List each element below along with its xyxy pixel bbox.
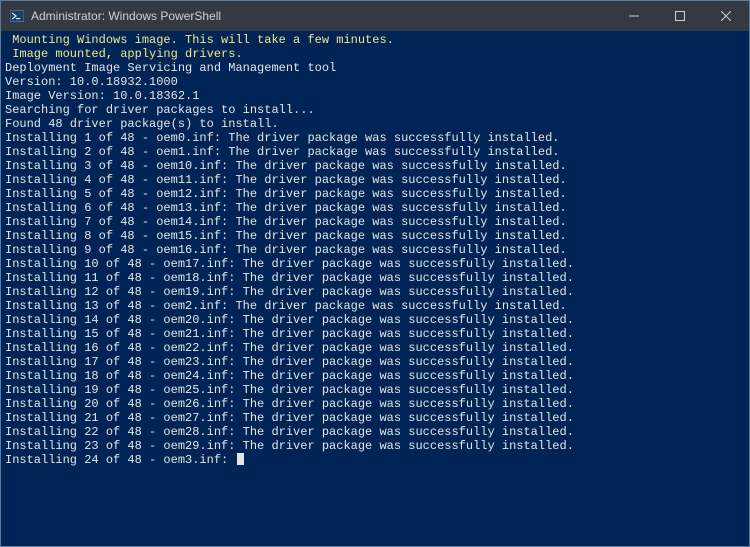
powershell-window: Administrator: Windows PowerShell Mounti…	[0, 0, 750, 547]
terminal-line: Installing 6 of 48 - oem13.inf: The driv…	[5, 201, 745, 215]
terminal-line: Installing 11 of 48 - oem18.inf: The dri…	[5, 271, 745, 285]
terminal-line: Installing 7 of 48 - oem14.inf: The driv…	[5, 215, 745, 229]
terminal-line: Image mounted, applying drivers.	[5, 47, 745, 61]
maximize-icon	[675, 11, 685, 21]
terminal-line: Installing 21 of 48 - oem27.inf: The dri…	[5, 411, 745, 425]
terminal-line: Installing 20 of 48 - oem26.inf: The dri…	[5, 397, 745, 411]
terminal-line: Installing 17 of 48 - oem23.inf: The dri…	[5, 355, 745, 369]
close-button[interactable]	[703, 1, 749, 31]
terminal-line: Searching for driver packages to install…	[5, 103, 745, 117]
terminal-line: Found 48 driver package(s) to install.	[5, 117, 745, 131]
terminal-line: Installing 1 of 48 - oem0.inf: The drive…	[5, 131, 745, 145]
terminal-line: Installing 8 of 48 - oem15.inf: The driv…	[5, 229, 745, 243]
terminal-line: Installing 12 of 48 - oem19.inf: The dri…	[5, 285, 745, 299]
terminal-line: Installing 19 of 48 - oem25.inf: The dri…	[5, 383, 745, 397]
terminal-output[interactable]: Mounting Windows image. This will take a…	[1, 31, 749, 546]
terminal-line: Image Version: 10.0.18362.1	[5, 89, 745, 103]
powershell-icon	[9, 8, 25, 24]
titlebar[interactable]: Administrator: Windows PowerShell	[1, 1, 749, 31]
terminal-line: Installing 14 of 48 - oem20.inf: The dri…	[5, 313, 745, 327]
terminal-line: Installing 4 of 48 - oem11.inf: The driv…	[5, 173, 745, 187]
terminal-line: Mounting Windows image. This will take a…	[5, 33, 745, 47]
terminal-line: Installing 9 of 48 - oem16.inf: The driv…	[5, 243, 745, 257]
terminal-line: Installing 23 of 48 - oem29.inf: The dri…	[5, 439, 745, 453]
terminal-line: Installing 15 of 48 - oem21.inf: The dri…	[5, 327, 745, 341]
terminal-line: Installing 3 of 48 - oem10.inf: The driv…	[5, 159, 745, 173]
terminal-line: Installing 16 of 48 - oem22.inf: The dri…	[5, 341, 745, 355]
minimize-button[interactable]	[611, 1, 657, 31]
terminal-line: Installing 22 of 48 - oem28.inf: The dri…	[5, 425, 745, 439]
terminal-line: Installing 10 of 48 - oem17.inf: The dri…	[5, 257, 745, 271]
terminal-line: Deployment Image Servicing and Managemen…	[5, 61, 745, 75]
terminal-line: Installing 5 of 48 - oem12.inf: The driv…	[5, 187, 745, 201]
window-title: Administrator: Windows PowerShell	[31, 9, 221, 23]
terminal-line: Installing 18 of 48 - oem24.inf: The dri…	[5, 369, 745, 383]
cursor	[237, 453, 244, 465]
close-icon	[721, 11, 731, 21]
minimize-icon	[629, 11, 639, 21]
maximize-button[interactable]	[657, 1, 703, 31]
terminal-line: Installing 2 of 48 - oem1.inf: The drive…	[5, 145, 745, 159]
terminal-line: Installing 13 of 48 - oem2.inf: The driv…	[5, 299, 745, 313]
titlebar-drag-region[interactable]	[221, 1, 611, 31]
terminal-line: Installing 24 of 48 - oem3.inf:	[5, 453, 745, 467]
terminal-line: Version: 10.0.18932.1000	[5, 75, 745, 89]
